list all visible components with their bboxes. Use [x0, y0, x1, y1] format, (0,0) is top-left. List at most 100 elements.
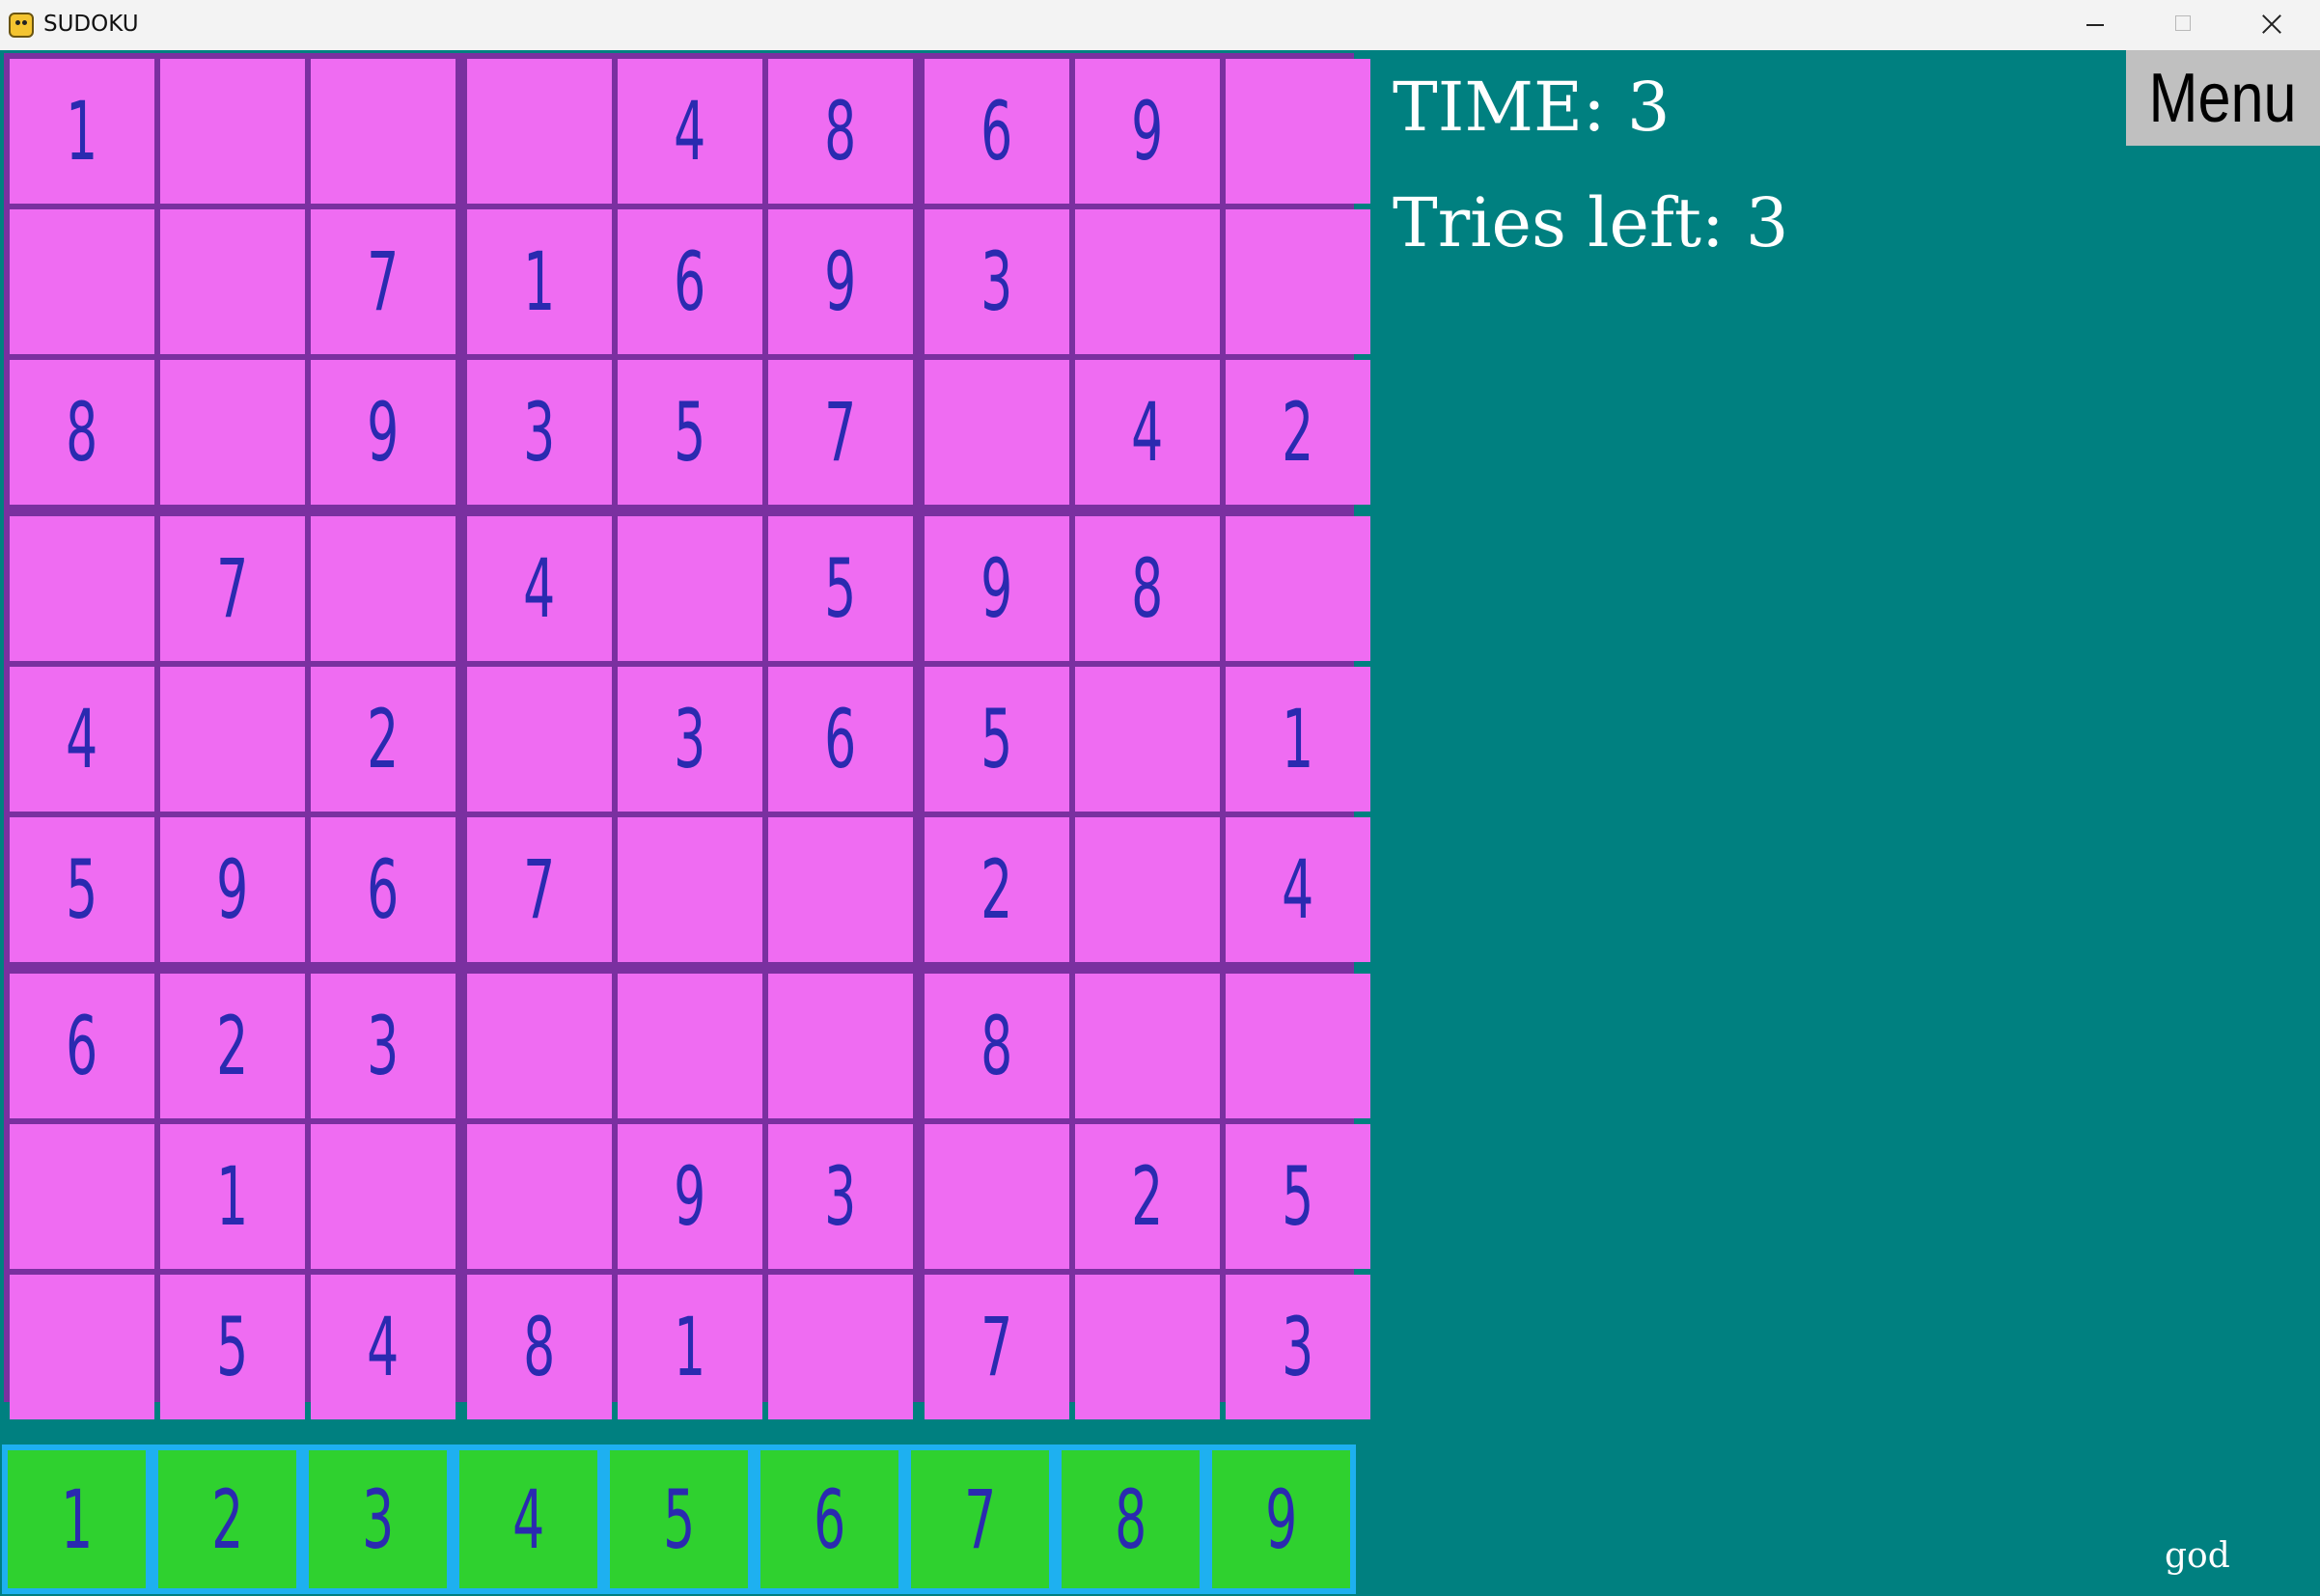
sudoku-cell[interactable]	[1226, 974, 1370, 1118]
sudoku-cell[interactable]	[618, 516, 762, 661]
sudoku-cell[interactable]: 5	[10, 817, 154, 962]
sudoku-cell[interactable]: 8	[467, 1275, 612, 1419]
sudoku-cell[interactable]: 6	[10, 974, 154, 1118]
cell-digit: 4	[367, 1300, 400, 1394]
sudoku-cell[interactable]: 7	[160, 516, 305, 661]
number-pad-key[interactable]: 8	[1062, 1450, 1200, 1588]
sudoku-cell[interactable]	[768, 1275, 913, 1419]
sudoku-cell[interactable]: 6	[618, 209, 762, 354]
sudoku-cell[interactable]: 3	[311, 974, 456, 1118]
number-pad-key[interactable]: 2	[158, 1450, 296, 1588]
close-icon[interactable]	[2227, 0, 2316, 50]
sudoku-cell[interactable]	[160, 59, 305, 204]
number-pad-key[interactable]: 1	[8, 1450, 146, 1588]
sudoku-cell[interactable]: 5	[160, 1275, 305, 1419]
sudoku-cell[interactable]: 5	[925, 667, 1069, 812]
sudoku-cell[interactable]: 4	[311, 1275, 456, 1419]
sudoku-cell[interactable]: 1	[10, 59, 154, 204]
sudoku-cell[interactable]: 5	[1226, 1124, 1370, 1269]
sudoku-cell[interactable]	[768, 817, 913, 962]
sudoku-cell[interactable]: 1	[467, 209, 612, 354]
sudoku-cell[interactable]: 7	[311, 209, 456, 354]
sudoku-cell[interactable]: 3	[925, 209, 1069, 354]
sudoku-cell[interactable]: 3	[618, 667, 762, 812]
sudoku-cell[interactable]: 4	[1075, 360, 1220, 505]
sudoku-cell[interactable]	[10, 209, 154, 354]
sudoku-cell[interactable]	[467, 974, 612, 1118]
sudoku-cell[interactable]	[1226, 516, 1370, 661]
sudoku-cell[interactable]	[618, 817, 762, 962]
sudoku-cell[interactable]	[467, 1124, 612, 1269]
sudoku-cell[interactable]: 7	[925, 1275, 1069, 1419]
sudoku-cell[interactable]: 2	[1075, 1124, 1220, 1269]
sudoku-cell[interactable]: 1	[618, 1275, 762, 1419]
sudoku-cell[interactable]: 4	[1226, 817, 1370, 962]
sudoku-cell[interactable]: 2	[160, 974, 305, 1118]
sudoku-cell[interactable]	[160, 209, 305, 354]
sudoku-cell[interactable]	[1075, 667, 1220, 812]
sudoku-cell[interactable]: 3	[467, 360, 612, 505]
sudoku-cell[interactable]: 9	[160, 817, 305, 962]
sudoku-cell[interactable]: 1	[160, 1124, 305, 1269]
sudoku-cell[interactable]: 9	[768, 209, 913, 354]
sudoku-cell[interactable]: 3	[768, 1124, 913, 1269]
sudoku-cell[interactable]	[10, 1275, 154, 1419]
footer-text: god	[2165, 1536, 2230, 1576]
sudoku-cell[interactable]	[10, 516, 154, 661]
sudoku-cell[interactable]	[618, 974, 762, 1118]
sudoku-cell[interactable]	[311, 1124, 456, 1269]
menu-button[interactable]: Menu	[2126, 50, 2320, 146]
sudoku-cell[interactable]: 2	[311, 667, 456, 812]
sudoku-cell[interactable]	[467, 59, 612, 204]
sudoku-cell[interactable]	[1075, 974, 1220, 1118]
sudoku-cell[interactable]: 9	[1075, 59, 1220, 204]
sudoku-cell[interactable]: 6	[311, 817, 456, 962]
sudoku-cell[interactable]: 4	[10, 667, 154, 812]
number-pad-key[interactable]: 9	[1212, 1450, 1350, 1588]
sudoku-cell[interactable]: 8	[925, 974, 1069, 1118]
sudoku-cell[interactable]	[10, 1124, 154, 1269]
sudoku-cell[interactable]: 2	[925, 817, 1069, 962]
cell-digit: 1	[216, 1149, 249, 1244]
number-pad-key[interactable]: 5	[610, 1450, 748, 1588]
number-pad-key[interactable]: 7	[911, 1450, 1049, 1588]
cell-digit: 5	[66, 842, 98, 937]
sudoku-cell[interactable]: 9	[618, 1124, 762, 1269]
sudoku-cell[interactable]: 6	[768, 667, 913, 812]
number-pad-key[interactable]: 3	[309, 1450, 447, 1588]
number-pad-key[interactable]: 6	[760, 1450, 898, 1588]
sudoku-cell[interactable]	[925, 360, 1069, 505]
sudoku-cell[interactable]: 9	[311, 360, 456, 505]
sudoku-cell[interactable]: 2	[1226, 360, 1370, 505]
sudoku-cell[interactable]	[1226, 209, 1370, 354]
sudoku-cell[interactable]: 5	[768, 516, 913, 661]
cell-digit: 7	[523, 842, 556, 937]
sudoku-cell[interactable]: 4	[467, 516, 612, 661]
minimize-icon[interactable]	[2050, 0, 2139, 50]
sudoku-cell[interactable]	[160, 360, 305, 505]
sudoku-cell[interactable]	[160, 667, 305, 812]
sudoku-cell[interactable]: 8	[10, 360, 154, 505]
number-pad-key[interactable]: 4	[459, 1450, 597, 1588]
maximize-icon[interactable]	[2139, 0, 2227, 50]
sudoku-cell[interactable]	[311, 59, 456, 204]
sudoku-cell[interactable]: 9	[925, 516, 1069, 661]
sudoku-cell[interactable]	[311, 516, 456, 661]
sudoku-cell[interactable]: 1	[1226, 667, 1370, 812]
sudoku-cell[interactable]: 3	[1226, 1275, 1370, 1419]
cell-digit: 9	[1131, 84, 1164, 179]
sudoku-cell[interactable]: 7	[467, 817, 612, 962]
sudoku-cell[interactable]	[925, 1124, 1069, 1269]
sudoku-cell[interactable]: 7	[768, 360, 913, 505]
sudoku-cell[interactable]: 8	[768, 59, 913, 204]
sudoku-cell[interactable]: 5	[618, 360, 762, 505]
sudoku-cell[interactable]	[1075, 1275, 1220, 1419]
sudoku-cell[interactable]	[1075, 209, 1220, 354]
sudoku-cell[interactable]: 6	[925, 59, 1069, 204]
sudoku-cell[interactable]	[768, 974, 913, 1118]
sudoku-cell[interactable]	[1226, 59, 1370, 204]
sudoku-cell[interactable]	[467, 667, 612, 812]
sudoku-cell[interactable]: 4	[618, 59, 762, 204]
sudoku-cell[interactable]: 8	[1075, 516, 1220, 661]
sudoku-cell[interactable]	[1075, 817, 1220, 962]
